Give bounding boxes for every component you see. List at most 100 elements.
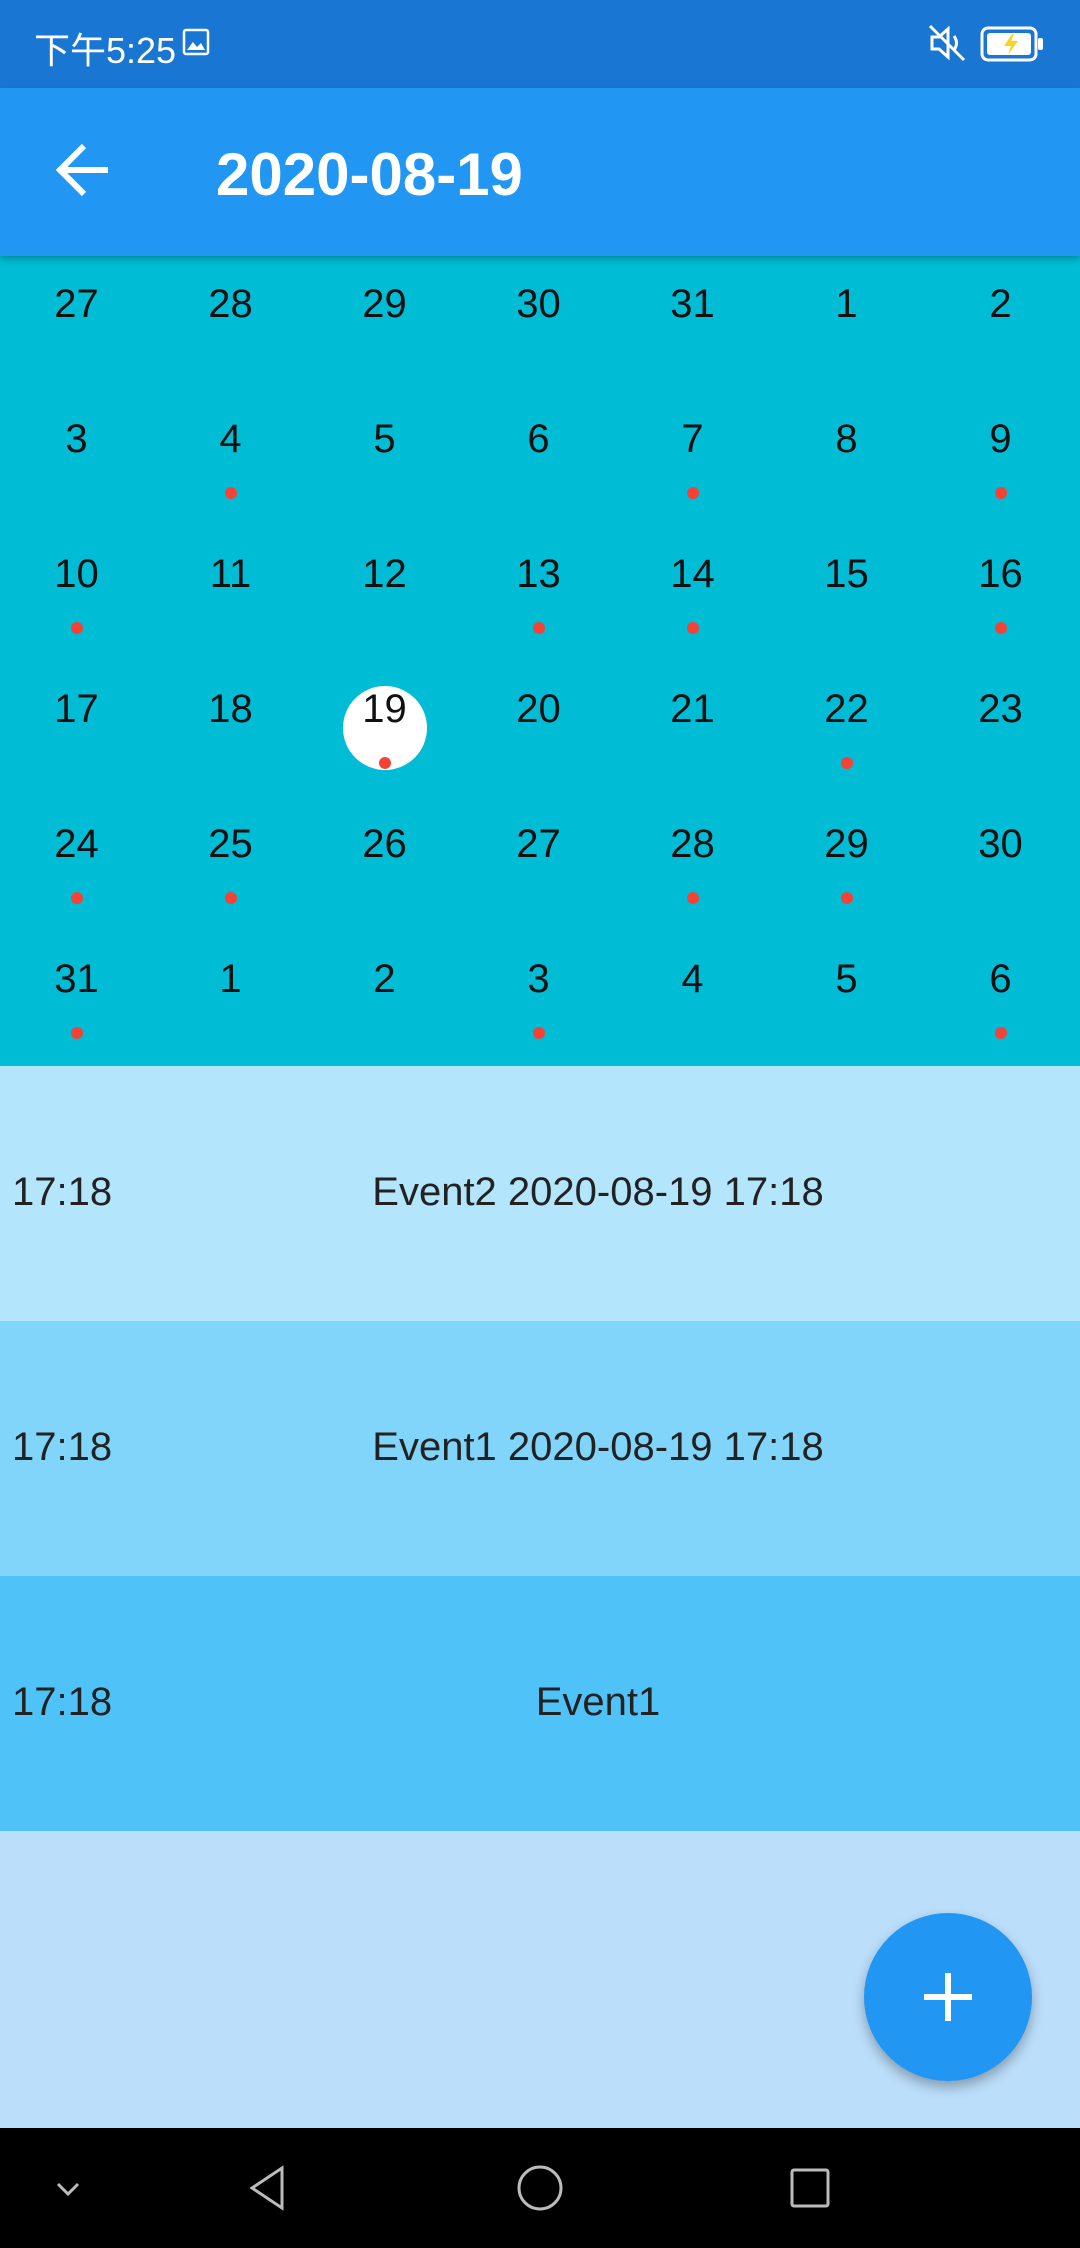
event-dot [686,622,699,634]
image-icon [182,28,210,56]
calendar-day-number: 29 [824,822,869,866]
calendar-grid: 27 28 29 30 31 1 2 3 4 5 6 7 8 9 10 11 12 13 14 15 16 17 18 19 2… [0,256,1080,1066]
page-title: 2020-08-19 [216,141,523,208]
mute-icon [928,24,966,62]
calendar-day[interactable]: 5 [770,931,924,1066]
calendar-day[interactable]: 11 [154,526,308,661]
calendar-day-number: 17 [54,687,99,731]
calendar-day[interactable]: 4 [154,391,308,526]
calendar-day[interactable]: 3 [462,931,616,1066]
calendar-day[interactable]: 24 [0,796,154,931]
nav-collapse-button[interactable] [38,2158,98,2218]
calendar-day[interactable]: 13 [462,526,616,661]
nav-back-button[interactable] [240,2158,300,2218]
status-time: 下午5:25 [34,30,177,71]
calendar-day[interactable]: 28 [154,256,308,391]
calendar-day-number: 11 [209,552,252,596]
calendar-day[interactable]: 17 [0,661,154,796]
event-dot [994,622,1007,634]
calendar-day[interactable]: 30 [462,256,616,391]
calendar-day[interactable]: 27 [462,796,616,931]
calendar-day-number: 4 [219,417,242,461]
calendar-day[interactable]: 29 [770,796,924,931]
calendar-day[interactable]: 18 [154,661,308,796]
calendar-day[interactable]: 9 [924,391,1078,526]
calendar-day[interactable]: 31 [0,931,154,1066]
calendar-day[interactable]: 2 [308,931,462,1066]
calendar-day-number: 21 [670,687,715,731]
calendar-day[interactable]: 10 [0,526,154,661]
calendar-day[interactable]: 26 [308,796,462,931]
calendar-day-number: 1 [219,957,242,1001]
calendar-day[interactable]: 21 [616,661,770,796]
home-circle-icon [517,2165,563,2211]
event-dot [532,622,545,634]
event-dot [686,892,699,904]
calendar-day[interactable]: 7 [616,391,770,526]
event-dot [994,487,1007,499]
event-dot [70,892,83,904]
calendar-day[interactable]: 3 [0,391,154,526]
calendar-day[interactable]: 2 [924,256,1078,391]
calendar-day-number: 4 [681,957,704,1001]
calendar-day-number: 8 [835,417,858,461]
calendar-day[interactable]: 29 [308,256,462,391]
nav-home-button[interactable] [510,2158,570,2218]
calendar-day[interactable]: 5 [308,391,462,526]
calendar-day-number: 10 [54,552,99,596]
event-row[interactable]: 17:18 Event1 [0,1576,1080,1831]
calendar-day-number: 20 [516,687,561,731]
event-dot [224,487,237,499]
calendar-day[interactable]: 15 [770,526,924,661]
event-row[interactable]: 17:18 Event1 2020-08-19 17:18 [0,1321,1080,1576]
calendar-day[interactable]: 19 [308,661,462,796]
calendar-day[interactable]: 25 [154,796,308,931]
calendar-day-number: 5 [373,417,396,461]
add-event-button[interactable] [864,1913,1032,2081]
calendar-day[interactable]: 31 [616,256,770,391]
calendar-day[interactable]: 4 [616,931,770,1066]
arrow-back-icon [55,143,108,197]
calendar-day[interactable]: 6 [924,931,1078,1066]
calendar-day-number: 1 [835,282,858,326]
event-dot [840,757,853,769]
battery-charging-icon [980,26,1043,62]
calendar-day-number: 18 [208,687,253,731]
calendar-day[interactable]: 16 [924,526,1078,661]
calendar-day-number: 30 [978,822,1023,866]
calendar-day[interactable]: 12 [308,526,462,661]
calendar-day-number: 28 [670,822,715,866]
navigation-bar [0,2128,1080,2248]
calendar-day[interactable]: 6 [462,391,616,526]
nav-recents-button[interactable] [780,2158,840,2218]
calendar-day[interactable]: 14 [616,526,770,661]
calendar-day-number: 24 [54,822,99,866]
calendar-day-number: 6 [989,957,1012,1001]
calendar-day[interactable]: 1 [154,931,308,1066]
calendar-day[interactable]: 1 [770,256,924,391]
calendar: 27 28 29 30 31 1 2 3 4 5 6 7 8 9 10 11 12 13 14 15 16 17 18 19 2… [0,256,1080,1066]
calendar-day[interactable]: 22 [770,661,924,796]
calendar-day-number: 27 [516,822,561,866]
event-title: Event1 2020-08-19 17:18 [372,1425,824,1469]
calendar-day-number: 3 [65,417,88,461]
calendar-day-number: 2 [373,957,396,1001]
calendar-day[interactable]: 28 [616,796,770,931]
calendar-day-number: 31 [670,282,715,326]
calendar-day-number: 12 [362,552,407,596]
recents-square-icon [790,2168,830,2208]
status-bar: 下午5:25 [0,0,1080,88]
event-row[interactable]: 17:18 Event2 2020-08-19 17:18 [0,1066,1080,1321]
calendar-day-number: 28 [208,282,253,326]
calendar-day[interactable]: 27 [0,256,154,391]
calendar-day[interactable]: 20 [462,661,616,796]
calendar-day-number: 26 [362,822,407,866]
back-button[interactable] [44,130,124,210]
calendar-day[interactable]: 30 [924,796,1078,931]
calendar-day[interactable]: 23 [924,661,1078,796]
calendar-day-number: 6 [527,417,550,461]
calendar-day[interactable]: 8 [770,391,924,526]
calendar-day-number: 5 [835,957,858,1001]
chevron-down-icon [56,2182,80,2197]
event-title: Event1 [535,1680,661,1724]
